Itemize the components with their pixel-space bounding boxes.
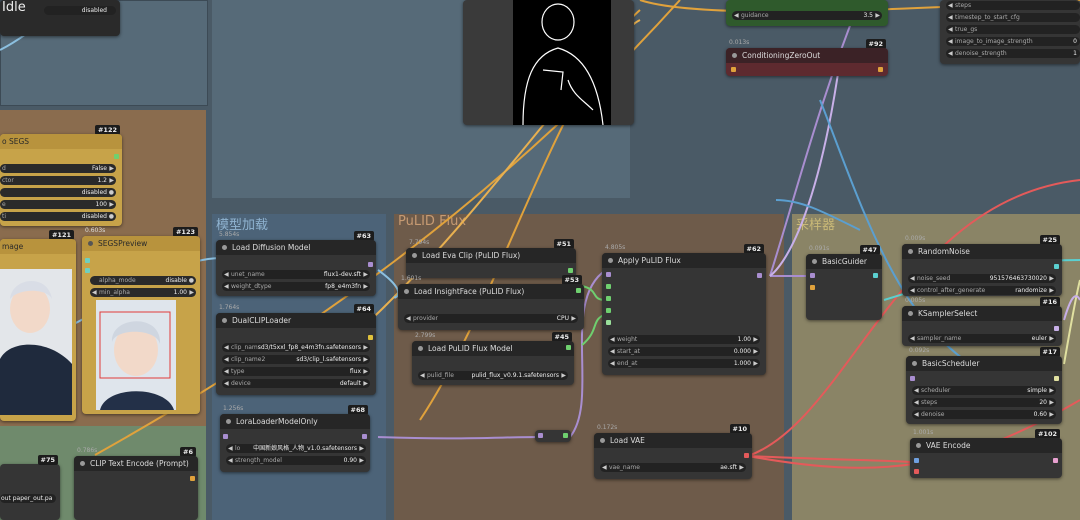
steps-widget[interactable]: ◀ steps 20 ▶ — [912, 398, 1056, 407]
control-after-generate-widget[interactable]: ◀ control_after_generate randomize ▶ — [908, 286, 1056, 295]
weight-dtype-widget[interactable]: ◀ weight_dtype fp8_e4m3fn ▶ — [222, 282, 370, 291]
scheduler-widget[interactable]: ◀ scheduler simple ▶ — [912, 386, 1056, 395]
provider-widget[interactable]: ◀ provider CPU ▶ — [404, 314, 578, 323]
node-title: ConditioningZeroOut — [742, 51, 821, 60]
unet-name-widget[interactable]: ◀ unet_name flux1-dev.sft ▶ — [222, 270, 370, 279]
preview-image-node — [463, 0, 634, 125]
param-true-gs[interactable]: ◀ true_gs — [946, 25, 1080, 34]
param-timestep[interactable]: ◀ timestep_to_start_cfg — [946, 13, 1080, 22]
flux-guidance-node: ◀ guidance 3.5 ▶ — [726, 0, 888, 26]
segs-row-4[interactable]: ti disabled ● — [0, 212, 116, 221]
flux-sampler-params-node: ◀ steps ◀ timestep_to_start_cfg ◀ true_gs ◀… — [940, 0, 1080, 64]
dual-clip-loader-node[interactable]: 1.764s #64 DualCLIPLoader ◀ clip_nam sd3/t… — [216, 304, 376, 395]
lora-name-widget[interactable]: ◀ lo 中国新娘风格_人物_v1.0.safetensors ▶ — [226, 444, 366, 453]
node-75-widget[interactable]: out paper_out.pa — [0, 494, 56, 503]
pulid-file-widget[interactable]: ◀ pulid_file pulid_flux_v0.9.1.safetensors… — [418, 371, 568, 380]
param-steps[interactable]: ◀ steps — [946, 1, 1080, 10]
clip-text-encode-node[interactable]: 0.786s #6 CLIP Text Encode (Prompt) — [74, 447, 198, 520]
load-insightface-node[interactable]: 1.601s #53 Load InsightFace (PuLID Flux)… — [398, 275, 584, 330]
param-denoise-strength[interactable]: ◀ denoise_strength 1 — [946, 49, 1080, 58]
wire-purple-3 — [769, 0, 861, 277]
segs-row-1[interactable]: ctor 1.2 ▶ — [0, 176, 116, 185]
idle-panel: Idle disabled — [0, 0, 120, 36]
end-at-widget[interactable]: ◀ end_at 1.000 ▶ — [608, 359, 760, 368]
strength-model-widget[interactable]: ◀ strength_model 0.90 ▶ — [226, 456, 366, 465]
param-img2img[interactable]: ◀ image_to_image_strength 0 — [946, 37, 1080, 46]
denoise-widget[interactable]: ◀ denoise 0.60 ▶ — [912, 410, 1056, 419]
conditioning-zero-out-node[interactable]: 0.013s #92 ConditioningZeroOut — [726, 39, 888, 76]
min-alpha-widget[interactable]: ◀ min_alpha 1.00 ▶ — [90, 288, 196, 297]
segs-preview-node[interactable]: 0.603s #123 SEGSPreview alpha_mode disabl… — [82, 227, 200, 414]
reroute-node[interactable] — [535, 430, 571, 442]
load-eva-clip-node[interactable]: 7.794s #51 Load Eva Clip (PuLID Flux) — [406, 239, 576, 278]
portrait-image — [0, 269, 72, 415]
weight-widget[interactable]: ◀ weight 1.00 ▶ — [608, 335, 760, 344]
lora-loader-node[interactable]: 1.256s #68 LoraLoaderModelOnly ◀ lo 中国新娘风格… — [220, 405, 370, 472]
disabled-widget[interactable]: disabled — [44, 6, 116, 15]
apply-pulid-node[interactable]: 4.805s #62 Apply PuLID Flux ◀ weight 1.00 ▶… — [602, 244, 766, 375]
segs-row-3[interactable]: e 100 ▶ — [0, 200, 116, 209]
vae-encode-node[interactable]: 1.001s #102 VAE Encode — [910, 429, 1062, 478]
segs-node[interactable]: #122 o SEGS d False ▶ ctor 1.2 ▶ disabled ● e… — [0, 125, 122, 226]
basic-guider-node[interactable]: 0.091s #47 BasicGuider — [806, 245, 882, 320]
load-diffusion-model-node[interactable]: 5.854s #63 Load Diffusion Model ◀ unet_na… — [216, 231, 376, 296]
ksampler-select-node[interactable]: 0.005s #16 KSamplerSelect ◀ sampler_name e… — [902, 297, 1062, 346]
segs-row-0[interactable]: d False ▶ — [0, 164, 116, 173]
segs-row-2[interactable]: disabled ● — [0, 188, 116, 197]
clip-name2-widget[interactable]: ◀ clip_name2 sd3/clip_l.safetensors ▶ — [222, 355, 370, 364]
sampler-name-widget[interactable]: ◀ sampler_name euler ▶ — [908, 334, 1056, 343]
load-pulid-model-node[interactable]: 2.799s #45 Load PuLID Flux Model ◀ pulid_… — [412, 332, 574, 385]
segs-preview-image — [96, 300, 176, 410]
wire-purple-1 — [377, 436, 541, 440]
clip-device-widget[interactable]: ◀ device default ▶ — [222, 379, 370, 388]
idle-status: Idle — [2, 0, 26, 15]
noise-seed-widget[interactable]: ◀ noise_seed 951576463730020 ▶ — [908, 274, 1056, 283]
node-75[interactable]: #75 out paper_out.pa — [0, 455, 60, 520]
clip-name1-widget[interactable]: ◀ clip_nam sd3/t5xxl_fp8_e4m3fn.safetensor… — [222, 343, 370, 352]
guidance-widget[interactable]: ◀ guidance 3.5 ▶ — [732, 11, 882, 20]
random-noise-node[interactable]: 0.009s #25 RandomNoise ◀ noise_seed 951576… — [902, 235, 1062, 296]
preview-sketch-image — [513, 0, 611, 125]
wire-yellow-1 — [1063, 279, 1080, 365]
basic-scheduler-node[interactable]: 0.092s #17 BasicScheduler ◀ scheduler simp… — [906, 347, 1062, 424]
alpha-mode-widget[interactable]: alpha_mode disable ● — [90, 276, 196, 285]
clip-type-widget[interactable]: ◀ type flux ▶ — [222, 367, 370, 376]
vae-name-widget[interactable]: ◀ vae_name ae.sft ▶ — [600, 463, 746, 472]
load-vae-node[interactable]: 0.172s #10 Load VAE ◀ vae_name ae.sft ▶ — [594, 424, 752, 479]
start-at-widget[interactable]: ◀ start_at 0.000 ▶ — [608, 347, 760, 356]
preview-image-121[interactable]: #121 mage — [0, 230, 76, 421]
